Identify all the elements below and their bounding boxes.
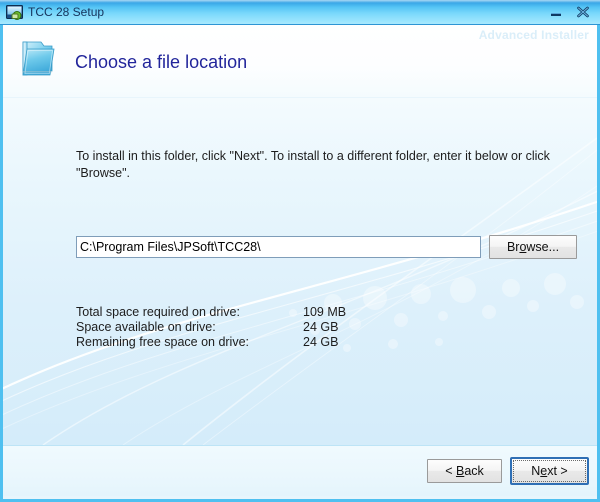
next-label-suffix: xt > bbox=[547, 464, 568, 478]
space-label: Remaining free space on drive: bbox=[76, 335, 250, 349]
folder-icon bbox=[14, 35, 62, 83]
next-button[interactable]: Next > bbox=[513, 460, 586, 482]
advanced-installer-watermark: Advanced Installer bbox=[478, 28, 589, 42]
installer-window: TCC 28 Setup Advanced Installer Choose a… bbox=[0, 0, 600, 502]
page-body: To install in this folder, click "Next".… bbox=[3, 98, 597, 445]
close-button[interactable] bbox=[569, 2, 596, 21]
table-row: Remaining free space on drive: 24 GB bbox=[76, 335, 346, 350]
space-value: 109 MB bbox=[303, 305, 347, 319]
disk-space-table: Total space required on drive: 109 MB Sp… bbox=[76, 305, 346, 350]
footer-bar: < Back Next > bbox=[3, 445, 597, 496]
space-value: 24 GB bbox=[303, 335, 339, 349]
back-button[interactable]: < Back bbox=[427, 459, 502, 483]
page-header: Advanced Installer Choose a file locatio… bbox=[3, 25, 597, 97]
table-row: Space available on drive: 24 GB bbox=[76, 320, 346, 335]
space-value: 24 GB bbox=[303, 320, 339, 334]
window-title: TCC 28 Setup bbox=[28, 5, 105, 19]
space-label: Space available on drive: bbox=[76, 320, 216, 334]
setup-app-icon bbox=[6, 4, 23, 21]
page-title: Choose a file location bbox=[75, 52, 248, 72]
instructions-text: To install in this folder, click "Next".… bbox=[76, 149, 550, 180]
next-label-prefix: N bbox=[531, 464, 541, 478]
table-row: Total space required on drive: 109 MB bbox=[76, 305, 346, 320]
browse-label-before: Br bbox=[506, 240, 520, 254]
title-bar: TCC 28 Setup bbox=[0, 0, 600, 25]
browse-button[interactable]: Browse... bbox=[489, 235, 577, 259]
install-path-input[interactable] bbox=[76, 236, 481, 258]
minimize-button[interactable] bbox=[542, 2, 569, 21]
browse-label-after: wse... bbox=[526, 240, 560, 254]
back-label-suffix: ack bbox=[464, 464, 484, 478]
window-frame: Advanced Installer Choose a file locatio… bbox=[0, 25, 600, 502]
next-button-focus-ring[interactable]: Next > bbox=[510, 457, 589, 485]
back-label-prefix: < bbox=[445, 464, 456, 478]
close-icon bbox=[576, 6, 589, 17]
minimize-icon bbox=[550, 12, 561, 16]
space-label: Total space required on drive: bbox=[76, 305, 240, 319]
